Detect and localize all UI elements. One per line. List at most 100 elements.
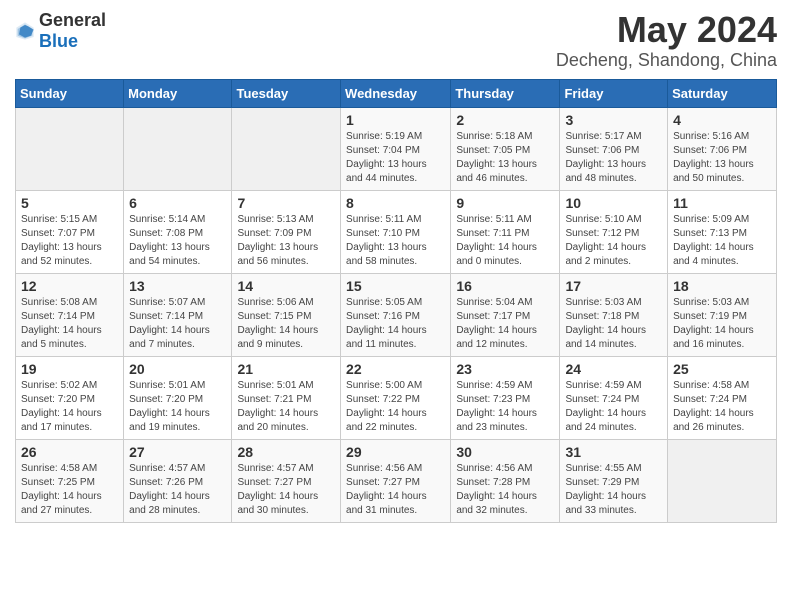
day-info: Sunrise: 5:09 AM Sunset: 7:13 PM Dayligh… — [673, 213, 771, 269]
day-number: 23 — [456, 361, 554, 377]
day-info: Sunrise: 5:11 AM Sunset: 7:11 PM Dayligh… — [456, 213, 554, 269]
day-info: Sunrise: 4:57 AM Sunset: 7:27 PM Dayligh… — [237, 462, 335, 518]
day-info: Sunrise: 5:07 AM Sunset: 7:14 PM Dayligh… — [129, 296, 226, 352]
calendar-cell — [668, 439, 777, 522]
calendar-cell: 3 Sunrise: 5:17 AM Sunset: 7:06 PM Daylig… — [560, 107, 668, 190]
day-number: 27 — [129, 444, 226, 460]
calendar-week-3: 12Sunrise: 5:08 AM Sunset: 7:14 PM Dayli… — [16, 273, 777, 356]
day-number: 4 — [673, 112, 771, 128]
day-info: Sunrise: 4:57 AM Sunset: 7:26 PM Dayligh… — [129, 462, 226, 518]
day-number: 21 — [237, 361, 335, 377]
day-info: Sunrise: 5:01 AM Sunset: 7:21 PM Dayligh… — [237, 379, 335, 435]
day-info: Sunrise: 5:15 AM Sunset: 7:07 PM Dayligh… — [21, 213, 118, 269]
day-number: 9 — [456, 195, 554, 211]
calendar-cell: 13 Sunrise: 5:07 AM Sunset: 7:14 PM Dayli… — [124, 273, 232, 356]
weekday-header-wednesday: Wednesday — [341, 79, 451, 107]
day-info: Sunrise: 5:01 AM Sunset: 7:20 PM Dayligh… — [129, 379, 226, 435]
calendar-cell: 20 Sunrise: 5:01 AM Sunset: 7:20 PM Dayli… — [124, 356, 232, 439]
day-info: Sunrise: 5:04 AM Sunset: 7:17 PM Dayligh… — [456, 296, 554, 352]
calendar-cell: 15 Sunrise: 5:05 AM Sunset: 7:16 PM Dayli… — [341, 273, 451, 356]
day-info: Sunrise: 5:16 AM Sunset: 7:06 PM Dayligh… — [673, 130, 771, 186]
weekday-header-row: SundayMondayTuesdayWednesdayThursdayFrid… — [16, 79, 777, 107]
calendar-cell: 11Sunrise: 5:09 AM Sunset: 7:13 PM Dayli… — [668, 190, 777, 273]
weekday-header-saturday: Saturday — [668, 79, 777, 107]
day-info: Sunrise: 4:58 AM Sunset: 7:25 PM Dayligh… — [21, 462, 118, 518]
calendar-cell: 19 Sunrise: 5:02 AM Sunset: 7:20 PM Dayli… — [16, 356, 124, 439]
weekday-header-friday: Friday — [560, 79, 668, 107]
logo-blue: Blue — [39, 31, 78, 51]
calendar-cell: 7 Sunrise: 5:13 AM Sunset: 7:09 PM Daylig… — [232, 190, 341, 273]
day-number: 31 — [565, 444, 662, 460]
calendar-table: SundayMondayTuesdayWednesdayThursdayFrid… — [15, 79, 777, 523]
calendar-cell: 5 Sunrise: 5:15 AM Sunset: 7:07 PM Daylig… — [16, 190, 124, 273]
day-number: 20 — [129, 361, 226, 377]
calendar-cell: 18 Sunrise: 5:03 AM Sunset: 7:19 PM Dayli… — [668, 273, 777, 356]
day-info: Sunrise: 4:58 AM Sunset: 7:24 PM Dayligh… — [673, 379, 771, 435]
day-number: 8 — [346, 195, 445, 211]
day-number: 24 — [565, 361, 662, 377]
calendar-cell: 6 Sunrise: 5:14 AM Sunset: 7:08 PM Daylig… — [124, 190, 232, 273]
day-number: 6 — [129, 195, 226, 211]
day-number: 16 — [456, 278, 554, 294]
day-number: 15 — [346, 278, 445, 294]
calendar-cell: 4 Sunrise: 5:16 AM Sunset: 7:06 PM Daylig… — [668, 107, 777, 190]
logo: General Blue — [15, 10, 106, 52]
calendar-cell: 8 Sunrise: 5:11 AM Sunset: 7:10 PM Daylig… — [341, 190, 451, 273]
location-title: Decheng, Shandong, China — [556, 50, 777, 71]
day-info: Sunrise: 5:03 AM Sunset: 7:19 PM Dayligh… — [673, 296, 771, 352]
day-info: Sunrise: 5:05 AM Sunset: 7:16 PM Dayligh… — [346, 296, 445, 352]
day-info: Sunrise: 4:56 AM Sunset: 7:28 PM Dayligh… — [456, 462, 554, 518]
day-number: 2 — [456, 112, 554, 128]
day-info: Sunrise: 4:59 AM Sunset: 7:23 PM Dayligh… — [456, 379, 554, 435]
day-number: 29 — [346, 444, 445, 460]
logo-general: General — [39, 10, 106, 30]
day-number: 7 — [237, 195, 335, 211]
day-number: 19 — [21, 361, 118, 377]
day-info: Sunrise: 4:59 AM Sunset: 7:24 PM Dayligh… — [565, 379, 662, 435]
calendar-cell: 23 Sunrise: 4:59 AM Sunset: 7:23 PM Dayli… — [451, 356, 560, 439]
day-info: Sunrise: 5:10 AM Sunset: 7:12 PM Dayligh… — [565, 213, 662, 269]
day-info: Sunrise: 5:11 AM Sunset: 7:10 PM Dayligh… — [346, 213, 445, 269]
calendar-cell: 17Sunrise: 5:03 AM Sunset: 7:18 PM Dayli… — [560, 273, 668, 356]
calendar-cell — [232, 107, 341, 190]
day-number: 14 — [237, 278, 335, 294]
calendar-cell: 31Sunrise: 4:55 AM Sunset: 7:29 PM Dayli… — [560, 439, 668, 522]
calendar-week-5: 26 Sunrise: 4:58 AM Sunset: 7:25 PM Dayli… — [16, 439, 777, 522]
day-info: Sunrise: 5:14 AM Sunset: 7:08 PM Dayligh… — [129, 213, 226, 269]
logo-icon — [15, 21, 35, 41]
calendar-week-1: 1 Sunrise: 5:19 AM Sunset: 7:04 PM Daylig… — [16, 107, 777, 190]
calendar-cell — [124, 107, 232, 190]
day-number: 26 — [21, 444, 118, 460]
calendar-week-2: 5 Sunrise: 5:15 AM Sunset: 7:07 PM Daylig… — [16, 190, 777, 273]
calendar-cell: 1 Sunrise: 5:19 AM Sunset: 7:04 PM Daylig… — [341, 107, 451, 190]
day-number: 1 — [346, 112, 445, 128]
day-number: 30 — [456, 444, 554, 460]
calendar-cell: 9 Sunrise: 5:11 AM Sunset: 7:11 PM Daylig… — [451, 190, 560, 273]
calendar-cell: 25 Sunrise: 4:58 AM Sunset: 7:24 PM Dayli… — [668, 356, 777, 439]
calendar-cell: 22Sunrise: 5:00 AM Sunset: 7:22 PM Dayli… — [341, 356, 451, 439]
day-info: Sunrise: 5:17 AM Sunset: 7:06 PM Dayligh… — [565, 130, 662, 186]
logo-text: General Blue — [39, 10, 106, 52]
calendar-cell: 30 Sunrise: 4:56 AM Sunset: 7:28 PM Dayli… — [451, 439, 560, 522]
day-number: 5 — [21, 195, 118, 211]
calendar-cell: 16 Sunrise: 5:04 AM Sunset: 7:17 PM Dayli… — [451, 273, 560, 356]
day-info: Sunrise: 4:56 AM Sunset: 7:27 PM Dayligh… — [346, 462, 445, 518]
calendar-cell: 14 Sunrise: 5:06 AM Sunset: 7:15 PM Dayli… — [232, 273, 341, 356]
day-number: 3 — [565, 112, 662, 128]
day-number: 28 — [237, 444, 335, 460]
day-info: Sunrise: 5:06 AM Sunset: 7:15 PM Dayligh… — [237, 296, 335, 352]
day-number: 13 — [129, 278, 226, 294]
calendar-cell: 2 Sunrise: 5:18 AM Sunset: 7:05 PM Daylig… — [451, 107, 560, 190]
day-number: 22 — [346, 361, 445, 377]
weekday-header-tuesday: Tuesday — [232, 79, 341, 107]
day-number: 18 — [673, 278, 771, 294]
calendar-week-4: 19 Sunrise: 5:02 AM Sunset: 7:20 PM Dayli… — [16, 356, 777, 439]
calendar-cell — [16, 107, 124, 190]
title-block: May 2024 Decheng, Shandong, China — [556, 10, 777, 71]
day-info: Sunrise: 5:19 AM Sunset: 7:04 PM Dayligh… — [346, 130, 445, 186]
day-number: 25 — [673, 361, 771, 377]
day-info: Sunrise: 5:13 AM Sunset: 7:09 PM Dayligh… — [237, 213, 335, 269]
day-info: Sunrise: 5:18 AM Sunset: 7:05 PM Dayligh… — [456, 130, 554, 186]
calendar-cell: 10Sunrise: 5:10 AM Sunset: 7:12 PM Dayli… — [560, 190, 668, 273]
day-info: Sunrise: 5:02 AM Sunset: 7:20 PM Dayligh… — [21, 379, 118, 435]
